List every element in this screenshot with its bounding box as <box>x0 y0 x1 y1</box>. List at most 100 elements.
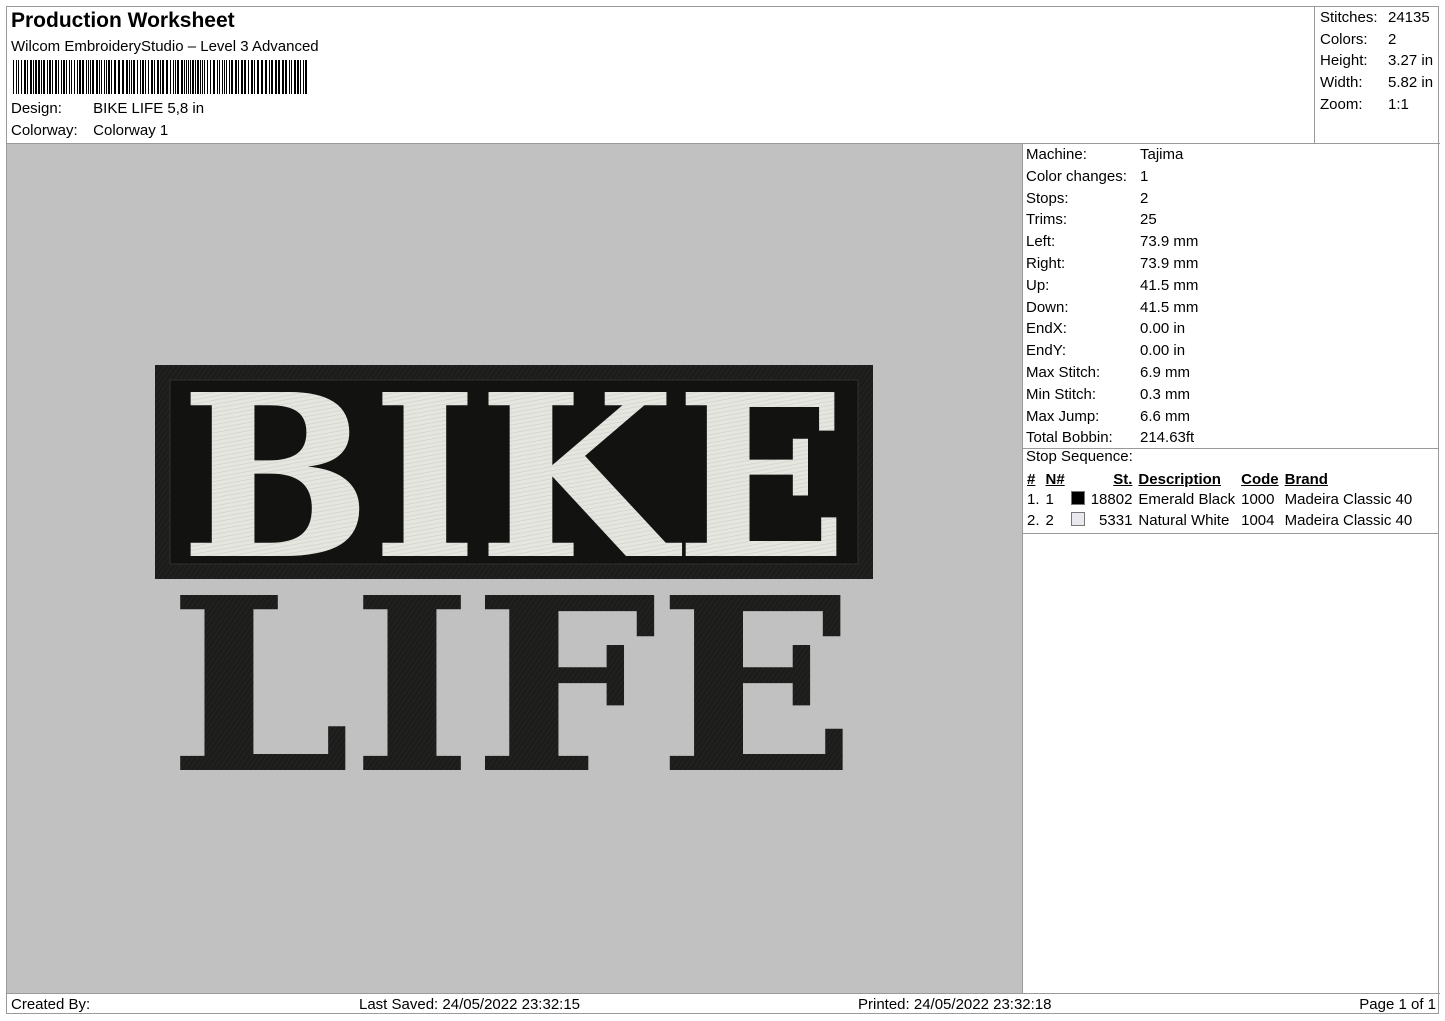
design-row: Design: BIKE LIFE 5,8 in <box>11 100 204 117</box>
info-label: Down: <box>1026 298 1069 316</box>
info-label: Left: <box>1026 233 1056 251</box>
info-label: Trims: <box>1026 211 1068 229</box>
info-value: 2 <box>1140 189 1149 207</box>
created-by: Created By: <box>11 996 91 1013</box>
machine-info-row: Max Stitch: 6.9 mm <box>1026 364 1190 381</box>
info-label: Min Stitch: <box>1026 385 1097 403</box>
info-value: 73.9 mm <box>1140 255 1199 272</box>
stop-sequence-title: Stop Sequence: <box>1026 448 1133 465</box>
info-label: Max Jump: <box>1026 407 1100 425</box>
info-value: 25 <box>1140 211 1157 229</box>
col-header-swatch <box>1068 469 1088 489</box>
thread-brand: Madeira Classic 40 <box>1284 512 1413 529</box>
stop-num: 1. <box>1027 491 1040 508</box>
col-header-n: N# <box>1045 470 1065 488</box>
design-label: Design: <box>11 100 62 117</box>
info-value: 0.00 in <box>1140 320 1186 338</box>
machine-info-row: Machine: Tajima <box>1026 146 1183 163</box>
info-value: 41.5 mm <box>1140 298 1199 316</box>
worksheet-header: Production Worksheet Wilcom EmbroiderySt… <box>7 7 1315 144</box>
col-header-stitches: St. <box>1113 470 1133 488</box>
machine-info-row: EndY: 0.00 in <box>1026 342 1185 359</box>
machine-info-row: Down: 41.5 mm <box>1026 299 1198 316</box>
zoom-row: Zoom: 1:1 <box>1320 96 1409 113</box>
thread-brand: Madeira Classic 40 <box>1284 491 1413 508</box>
height-value: 3.27 in <box>1388 52 1434 69</box>
width-row: Width: 5.82 in <box>1320 74 1433 91</box>
info-label: Color changes: <box>1026 167 1127 185</box>
design-value: BIKE LIFE 5,8 in <box>93 100 205 117</box>
width-label: Width: <box>1320 74 1363 91</box>
info-value: 73.9 mm <box>1140 233 1199 251</box>
embroidery-design: BIKE LIFE <box>155 346 873 827</box>
info-label: Max Stitch: <box>1026 364 1101 381</box>
stitches-row: Stitches: 24135 <box>1320 9 1430 26</box>
machine-info-panel: Stop Sequence: # N# St. Description Code… <box>1023 144 1439 993</box>
stop-sequence-table: # N# St. Description Code Brand 1. 1 188… <box>1024 469 1415 531</box>
colors-row: Colors: 2 <box>1320 31 1396 48</box>
machine-info-row: Stops: 2 <box>1026 190 1148 207</box>
divider <box>1023 533 1439 534</box>
info-label: EndY: <box>1026 342 1067 360</box>
height-row: Height: 3.27 in <box>1320 52 1433 69</box>
stop-n: 1 <box>1045 491 1054 508</box>
swatch-color <box>1070 512 1085 526</box>
machine-info-row: Total Bobbin: 214.63ft <box>1026 429 1194 446</box>
info-value: 6.6 mm <box>1140 407 1191 425</box>
barcode-image <box>13 60 307 94</box>
machine-info-row: Left: 73.9 mm <box>1026 233 1198 250</box>
machine-info-row: EndX: 0.00 in <box>1026 320 1185 337</box>
last-saved: Last Saved: 24/05/2022 23:32:15 <box>359 996 581 1013</box>
info-value: 6.9 mm <box>1140 364 1191 381</box>
machine-info-row: Right: 73.9 mm <box>1026 255 1198 272</box>
info-label: Right: <box>1026 255 1066 272</box>
zoom-value: 1:1 <box>1388 96 1409 113</box>
stop-num: 2. <box>1027 512 1040 529</box>
stitches-label: Stitches: <box>1320 9 1378 26</box>
life-text: LIFE <box>168 545 856 827</box>
thread-swatch <box>1068 510 1088 531</box>
col-header-brand: Brand <box>1284 470 1328 488</box>
colorway-row: Colorway: Colorway 1 <box>11 122 168 139</box>
production-worksheet: Production Worksheet Wilcom EmbroiderySt… <box>6 6 1440 1014</box>
col-header-num: # <box>1027 470 1036 488</box>
info-label: Total Bobbin: <box>1026 429 1113 447</box>
thread-swatch <box>1068 489 1088 510</box>
stop-row: 2. 2 5331 Natural White 1004 Madeira Cla… <box>1024 510 1415 531</box>
info-value: 214.63ft <box>1140 429 1195 447</box>
machine-info-row: Trims: 25 <box>1026 211 1157 228</box>
info-label: Machine: <box>1026 146 1087 163</box>
info-label: Stops: <box>1026 189 1069 207</box>
thread-code: 1000 <box>1241 491 1275 508</box>
height-label: Height: <box>1320 52 1368 69</box>
machine-info-row: Min Stitch: 0.3 mm <box>1026 386 1190 403</box>
colors-label: Colors: <box>1320 31 1368 48</box>
page-title: Production Worksheet <box>11 9 235 32</box>
stitches-value: 24135 <box>1388 9 1430 26</box>
width-value: 5.82 in <box>1388 74 1434 91</box>
info-value: 41.5 mm <box>1140 276 1199 294</box>
colors-value: 2 <box>1388 31 1397 48</box>
stop-n: 2 <box>1045 512 1054 529</box>
summary-box: Stitches: 24135 Colors: 2 Height: 3.27 in W… <box>1314 7 1440 144</box>
info-value: 0.3 mm <box>1140 385 1191 403</box>
machine-info-row: Color changes: 1 <box>1026 168 1148 185</box>
info-value: 1 <box>1140 167 1149 185</box>
machine-info-row: Up: 41.5 mm <box>1026 277 1198 294</box>
software-name: Wilcom EmbroideryStudio – Level 3 Advanc… <box>11 38 319 55</box>
thread-description: Natural White <box>1138 512 1230 529</box>
zoom-label: Zoom: <box>1320 96 1363 113</box>
info-label: EndX: <box>1026 320 1067 338</box>
page-number: Page 1 of 1 <box>1359 996 1436 1013</box>
stop-stitches: 5331 <box>1099 512 1133 529</box>
col-header-description: Description <box>1138 470 1221 488</box>
colorway-label: Colorway: <box>11 122 78 139</box>
machine-info-row: Max Jump: 6.6 mm <box>1026 408 1190 425</box>
thread-description: Emerald Black <box>1138 491 1236 508</box>
colorway-value: Colorway 1 <box>93 122 169 139</box>
stop-row: 1. 1 18802 Emerald Black 1000 Madeira Cl… <box>1024 489 1415 510</box>
stop-table-header: # N# St. Description Code Brand <box>1024 469 1415 489</box>
info-value: 0.00 in <box>1140 342 1186 360</box>
info-label: Up: <box>1026 276 1050 294</box>
swatch-color <box>1070 491 1085 505</box>
